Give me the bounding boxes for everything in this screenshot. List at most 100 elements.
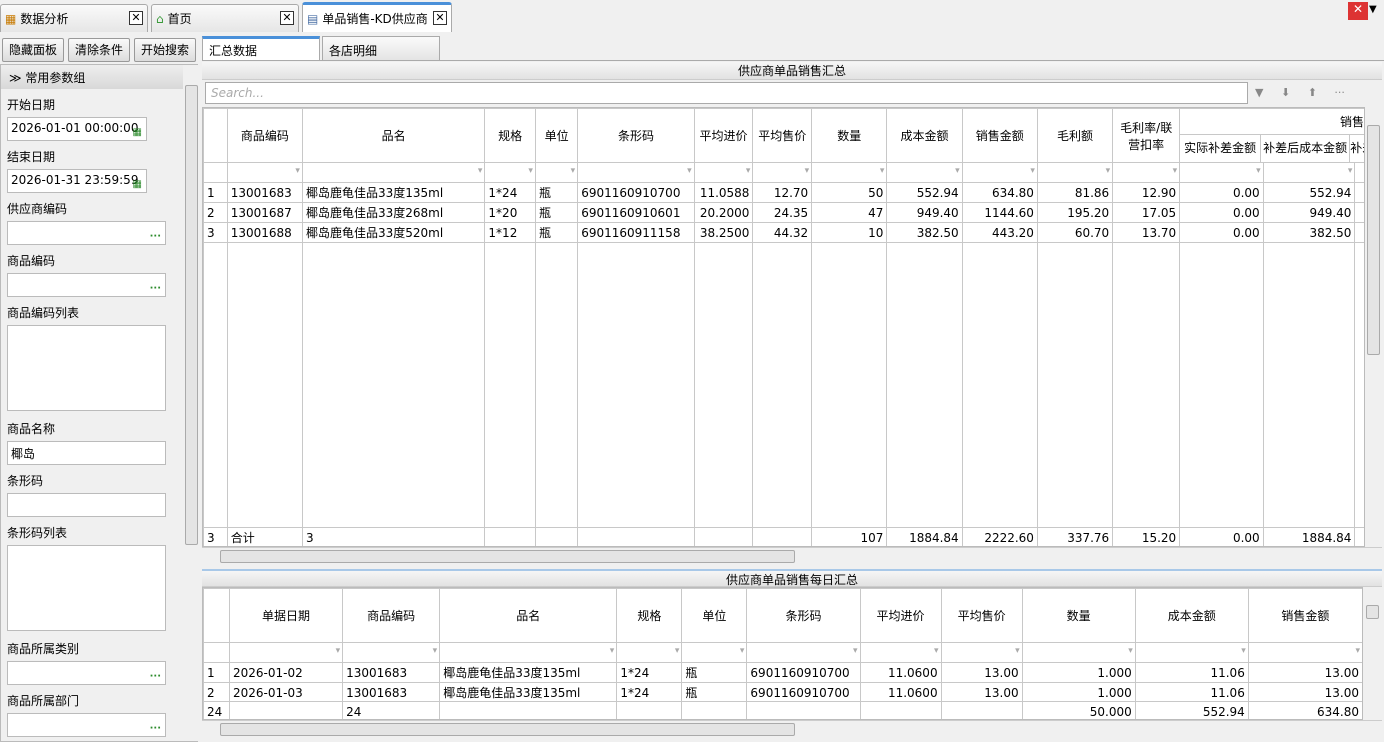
column-header[interactable]: 销售金额	[1247, 588, 1362, 643]
filter-cell[interactable]	[1134, 642, 1249, 663]
product-code-field[interactable]: ···	[7, 273, 166, 297]
panel-scrollbar[interactable]	[183, 65, 200, 741]
department-field[interactable]: ···	[7, 713, 166, 737]
top-grid-hscroll[interactable]	[202, 547, 1382, 565]
close-all-icon[interactable]: ✕	[1348, 2, 1368, 20]
column-header[interactable]: 补差后毛	[1350, 135, 1364, 162]
barcode-field[interactable]	[7, 493, 166, 517]
footer-cell	[693, 527, 754, 546]
grid-toolbar-icons[interactable]: ▼ ⬇ ⬆ ···	[1255, 86, 1345, 99]
table-row[interactable]: 1 2026-01-02 13001683 椰岛鹿龟佳品33度135ml 1*24 瓶 69…	[203, 662, 1362, 683]
filter-cell[interactable]	[1021, 642, 1136, 663]
table-cell: 1.000	[1021, 682, 1136, 703]
filter-cell[interactable]	[484, 162, 536, 183]
filter-cell[interactable]	[681, 642, 748, 663]
column-header[interactable]: 品名	[439, 588, 618, 643]
start-search-button[interactable]: 开始搜索	[134, 38, 196, 62]
filter-cell[interactable]	[439, 642, 618, 663]
table-cell: 0.00	[1179, 222, 1264, 243]
close-icon[interactable]: ✕	[433, 11, 447, 25]
column-header[interactable]: 成本金额	[1134, 588, 1249, 643]
table-cell: 13.00	[1247, 682, 1362, 703]
tab-home[interactable]: ⌂ 首页 ✕	[151, 4, 299, 32]
filter-cell[interactable]	[940, 642, 1023, 663]
filter-cell[interactable]	[1036, 162, 1114, 183]
filter-cell[interactable]	[534, 162, 579, 183]
filter-cell[interactable]	[1354, 162, 1364, 183]
table-row[interactable]: 3 13001688 椰岛鹿龟佳品33度520ml 1*12 瓶 690116091115…	[203, 222, 1364, 243]
dropdown-icon[interactable]: ▼	[1369, 4, 1377, 15]
filter-cell[interactable]	[1179, 162, 1264, 183]
column-header[interactable]: 条形码	[577, 108, 695, 163]
filter-cell[interactable]	[226, 162, 303, 183]
column-header[interactable]: 成本金额	[886, 108, 963, 163]
filter-cell[interactable]	[616, 642, 683, 663]
filter-cell[interactable]	[859, 642, 942, 663]
filter-cell[interactable]	[1262, 162, 1356, 183]
filter-cell[interactable]	[752, 162, 813, 183]
end-date-field[interactable]: 2026-01-31 23:59:59 ▦	[7, 169, 147, 193]
filter-cell[interactable]	[1247, 642, 1362, 663]
tab-single-item-sales[interactable]: ▤ 单品销售-KD供应商 ✕	[302, 2, 452, 32]
column-header[interactable]: 毛利额	[1036, 108, 1114, 163]
column-header[interactable]: 条形码	[746, 588, 861, 643]
close-icon[interactable]: ✕	[280, 11, 294, 25]
column-header[interactable]: 规格	[616, 588, 683, 643]
tab-summary[interactable]: 汇总数据	[202, 36, 320, 60]
category-field[interactable]: ···	[7, 661, 166, 685]
table-row[interactable]: 2 13001687 椰岛鹿龟佳品33度268ml 1*20 瓶 690116091060…	[203, 202, 1364, 223]
column-header[interactable]: 销售金额	[961, 108, 1038, 163]
column-header[interactable]: 规格	[484, 108, 536, 163]
filter-cell[interactable]	[577, 162, 695, 183]
product-code-list-field[interactable]	[7, 325, 166, 411]
column-header[interactable]: 品名	[301, 108, 486, 163]
bottom-grid-hscroll[interactable]	[202, 720, 1382, 738]
barcode-list-field[interactable]	[7, 545, 166, 631]
column-header[interactable]: 数量	[1021, 588, 1136, 643]
tab-data-analysis[interactable]: ▦ 数据分析 ✕	[0, 4, 148, 32]
tab-store-detail[interactable]: 各店明细	[322, 36, 440, 60]
filter-cell[interactable]	[229, 642, 344, 663]
column-header[interactable]: 实际补差金额	[1181, 135, 1262, 162]
table-cell: 椰岛鹿龟佳品33度268ml	[301, 202, 486, 223]
column-header[interactable]: 商品编码	[342, 588, 441, 643]
column-header[interactable]: 平均售价	[940, 588, 1023, 643]
table-cell: 瓶	[534, 222, 579, 243]
hide-panel-button[interactable]: 隐藏面板	[2, 38, 64, 62]
filter-cell[interactable]	[301, 162, 486, 183]
column-header[interactable]: 补差后成本金额	[1261, 135, 1351, 162]
column-header[interactable]: 毛利率/联营扣率	[1112, 108, 1181, 163]
column-header[interactable]: 单据日期	[229, 588, 344, 643]
filter-cell[interactable]	[1112, 162, 1181, 183]
search-input[interactable]: Search...	[205, 82, 1248, 104]
table-cell: 50	[811, 182, 888, 203]
home-icon: ⌂	[156, 11, 164, 26]
column-header[interactable]: 单位	[534, 108, 579, 163]
close-icon[interactable]: ✕	[129, 11, 143, 25]
filter-cell[interactable]	[961, 162, 1038, 183]
clear-conditions-button[interactable]: 清除条件	[68, 38, 130, 62]
column-header[interactable]: 平均进价	[693, 108, 754, 163]
filter-cell[interactable]	[886, 162, 963, 183]
supplier-code-field[interactable]: ···	[7, 221, 166, 245]
bottom-grid-vscroll[interactable]	[1364, 587, 1381, 720]
column-header[interactable]: 平均进价	[859, 588, 942, 643]
table-cell: 6901160910601	[577, 202, 695, 223]
top-grid-vscroll[interactable]	[1365, 107, 1382, 547]
column-header[interactable]: 商品编码	[226, 108, 303, 163]
product-name-field[interactable]: 椰岛	[7, 441, 166, 465]
column-header[interactable]: 数量	[811, 108, 888, 163]
filter-cell[interactable]	[746, 642, 861, 663]
filter-cell[interactable]	[342, 642, 441, 663]
table-cell: 10	[811, 222, 888, 243]
table-row[interactable]: 2 2026-01-03 13001683 椰岛鹿龟佳品33度135ml 1*24 瓶 69…	[203, 682, 1362, 703]
start-date-field[interactable]: 2026-01-01 00:00:00 ▦	[7, 117, 147, 141]
filter-cell[interactable]	[811, 162, 888, 183]
column-header[interactable]: 平均售价	[752, 108, 813, 163]
footer-cell: 337.76	[1036, 527, 1114, 546]
sort-down-icon: ⬇	[1280, 86, 1291, 99]
column-header[interactable]: 单位	[681, 588, 748, 643]
filter-cell[interactable]	[693, 162, 754, 183]
param-group-header[interactable]: ≫ 常用参数组	[1, 65, 183, 89]
table-row[interactable]: 1 13001683 椰岛鹿龟佳品33度135ml 1*24 瓶 690116091070…	[203, 182, 1364, 203]
